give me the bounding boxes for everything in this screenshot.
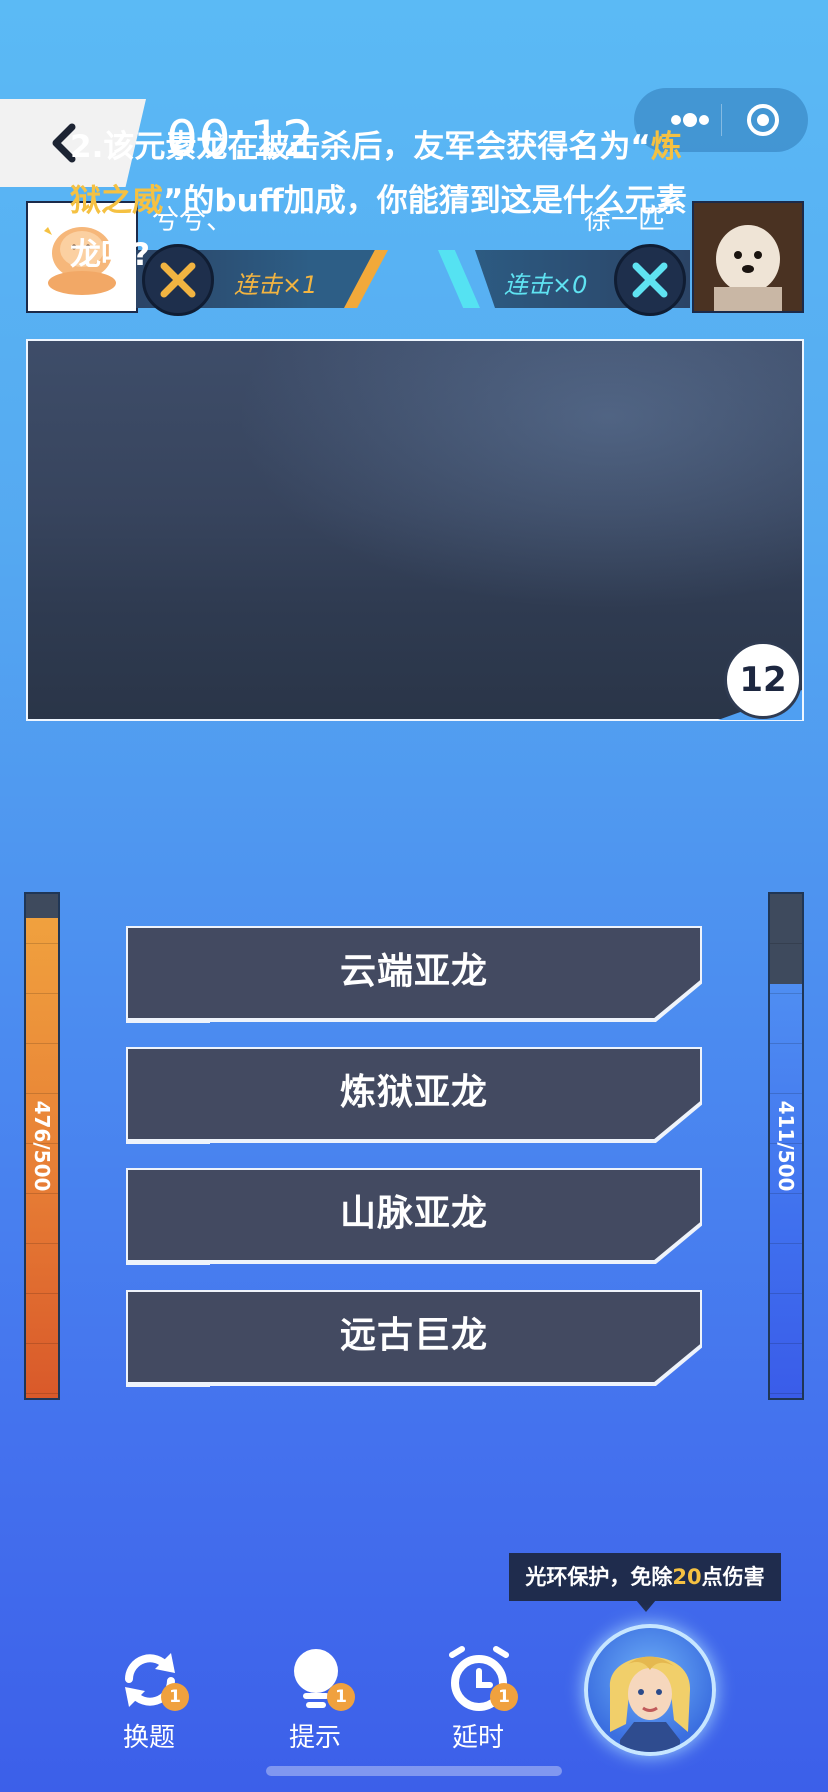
delay-label: 延时 bbox=[451, 1723, 504, 1753]
answer-option-3[interactable]: 山脉亚龙 bbox=[126, 1168, 702, 1265]
switch-question-label: 换题 bbox=[122, 1723, 175, 1753]
switch-question-button[interactable]: 1 换题 bbox=[99, 1645, 199, 1755]
player-left-hp-label: 476/500 bbox=[30, 1100, 54, 1192]
hint-label: 提示 bbox=[288, 1723, 341, 1753]
tooltip-number: 20 bbox=[672, 1565, 702, 1589]
tooltip-prefix: 光环保护，免除 bbox=[525, 1565, 673, 1589]
player-left-hp-bar: 476/500 bbox=[24, 892, 60, 1400]
hero-skill-button[interactable] bbox=[584, 1624, 716, 1756]
capsule-divider bbox=[721, 104, 722, 136]
hint-button[interactable]: 1 提示 bbox=[265, 1645, 365, 1755]
tooltip-suffix: 点伤害 bbox=[701, 1565, 765, 1589]
answer-option-2[interactable]: 炼狱亚龙 bbox=[126, 1047, 702, 1144]
question-text: 2.该元素龙在被击杀后，友军会获得名为“炼狱之威”的buff加成，你能猜到这是什… bbox=[70, 120, 710, 282]
question-countdown: 12 bbox=[724, 641, 802, 719]
question-text-suffix: ”的buff加成，你能猜到这是什么元素龙吗? bbox=[70, 183, 687, 273]
skill-tooltip: 光环保护，免除20点伤害 bbox=[509, 1553, 781, 1601]
target-icon[interactable] bbox=[745, 102, 781, 138]
tooltip-arrow bbox=[636, 1600, 656, 1612]
delay-button[interactable]: 1 延时 bbox=[428, 1645, 528, 1755]
player-right-hp-bar: 411/500 bbox=[768, 892, 804, 1400]
home-indicator bbox=[266, 1766, 562, 1776]
switch-question-badge: 1 bbox=[161, 1683, 189, 1711]
question-text-prefix: 2.该元素龙在被击杀后，友军会获得名为“ bbox=[70, 129, 651, 165]
question-card bbox=[26, 339, 804, 721]
player-right-hp-label: 411/500 bbox=[774, 1100, 798, 1192]
delay-badge: 1 bbox=[490, 1683, 518, 1711]
answer-option-label: 云端亚龙 bbox=[339, 951, 488, 992]
answer-option-4[interactable]: 远古巨龙 bbox=[126, 1290, 702, 1387]
question-card-tab bbox=[26, 339, 92, 341]
answer-option-label: 远古巨龙 bbox=[339, 1315, 488, 1356]
answer-option-label: 炼狱亚龙 bbox=[339, 1072, 488, 1113]
answer-option-label: 山脉亚龙 bbox=[339, 1193, 488, 1234]
answer-option-1[interactable]: 云端亚龙 bbox=[126, 926, 702, 1023]
hint-badge: 1 bbox=[327, 1683, 355, 1711]
hero-portrait-icon bbox=[609, 1656, 691, 1752]
